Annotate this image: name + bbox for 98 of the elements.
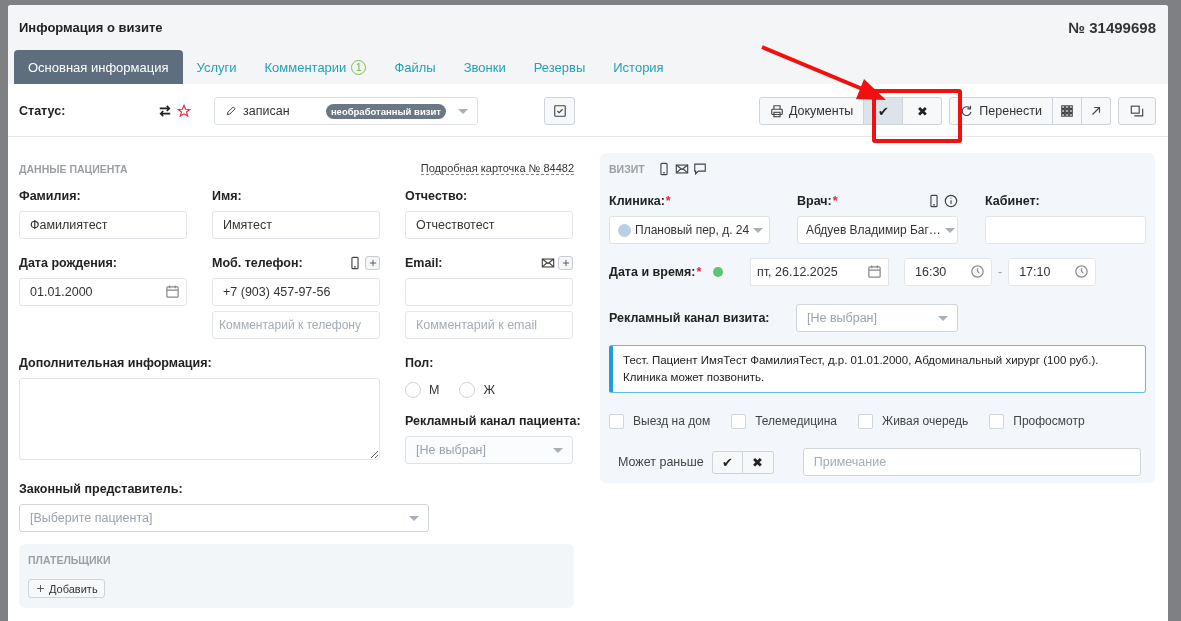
field-label: Моб. телефон: (212, 256, 303, 270)
radio-label: Ж (483, 383, 495, 397)
field-label: Имя: (212, 189, 242, 203)
text-area[interactable] (19, 378, 380, 460)
cancel-button[interactable]: ✖ (903, 97, 943, 125)
field-label: Фамилия: (19, 189, 81, 203)
field-label: Рекламный канал пациента: (405, 414, 581, 428)
field-label: Дата и время: (609, 265, 696, 279)
info-icon (944, 194, 958, 208)
add-button[interactable] (558, 256, 573, 270)
yes-button[interactable]: ✔ (711, 450, 743, 474)
date-field[interactable]: пт, 26.12.2025 (750, 258, 889, 286)
date-field[interactable]: 01.01.2000 (19, 278, 187, 306)
section-heading: ДАННЫЕ ПАЦИЕНТА (19, 162, 128, 175)
open-button[interactable] (1082, 97, 1111, 125)
printer-icon (769, 104, 784, 118)
checkbox-icon (552, 104, 567, 118)
status-dot (713, 267, 723, 277)
visit-number: № 31499698 (1068, 19, 1156, 36)
pencil-icon (225, 105, 237, 117)
info-note: Тест. Пациент ИмяТест ФамилияТест, д.р. 01.01.2000, Абдоминальный хирург (100 руб.). Клиника может позвонить. (609, 345, 1146, 393)
required-mark: * (665, 194, 671, 208)
checkbox-label: Профосмотр (1013, 414, 1085, 428)
checkbox[interactable] (858, 413, 874, 429)
status-select[interactable]: записан необработанный визит (214, 97, 478, 125)
field-label: Кабинет: (985, 194, 1040, 208)
phone-icon (927, 194, 941, 208)
field-label: Дополнительная информация: (19, 356, 212, 370)
calendar-icon (867, 264, 882, 279)
field-label: Клиника: (609, 194, 665, 208)
caret-icon (753, 227, 764, 233)
caret-icon (944, 227, 955, 233)
input-field[interactable]: Имятест (212, 211, 380, 239)
field-label: Email: (405, 256, 443, 270)
input-field[interactable] (985, 216, 1146, 244)
time-field[interactable]: 17:10 (1008, 258, 1097, 286)
input-field[interactable]: +7 (903) 457-97-56 (212, 278, 380, 306)
tab[interactable]: Основная информация (14, 50, 183, 84)
radio-label: М (429, 383, 440, 397)
checkbox[interactable] (989, 413, 1005, 429)
field-label: Дата рождения: (19, 256, 117, 270)
chat-icon (692, 162, 707, 176)
grid-button[interactable] (1053, 97, 1082, 125)
caret-icon (409, 515, 419, 521)
window-title: Информация о визите (19, 20, 163, 35)
status-badge: необработанный визит (325, 103, 446, 119)
input-field[interactable]: Комментарий к телефону (212, 311, 380, 339)
checkbox-label: Выезд на дом (633, 414, 711, 428)
field-label: Рекламный канал визита: (609, 311, 770, 325)
plus-icon (560, 258, 571, 268)
card-link[interactable]: Подробная карточка № 84482 (420, 162, 574, 175)
range-separator: - (998, 265, 1003, 279)
window-button[interactable] (1118, 97, 1156, 125)
caret-icon (458, 108, 468, 114)
windows-icon (1130, 104, 1144, 118)
time-field[interactable]: 16:30 (904, 258, 992, 286)
grid-icon (1060, 104, 1074, 118)
input-field[interactable] (405, 278, 573, 306)
mail-icon (674, 162, 689, 176)
caret-icon (553, 447, 563, 453)
plus-icon (35, 583, 46, 594)
star-icon[interactable] (177, 104, 191, 118)
radio-button[interactable] (405, 382, 421, 398)
field-label: Законный представитель: (19, 482, 183, 496)
edit-button[interactable] (544, 97, 575, 125)
checkbox[interactable] (609, 413, 624, 429)
mail-icon (541, 256, 555, 270)
field-label: Врач: (797, 194, 832, 208)
checkbox-label: Живая очередь (882, 414, 969, 428)
plus-icon (367, 258, 378, 268)
no-button[interactable]: ✖ (742, 450, 774, 474)
required-mark: * (832, 194, 838, 208)
select-field[interactable]: Абдуев Владимир Баг… (797, 216, 958, 244)
field-label: Может раньше (618, 455, 704, 469)
checkbox-label: Телемедицина (755, 414, 838, 428)
add-button[interactable] (365, 256, 380, 270)
documents-button[interactable]: Документы (758, 97, 865, 125)
radio-button[interactable] (459, 382, 476, 398)
reschedule-button[interactable]: Перенести (949, 97, 1053, 125)
clock-icon (970, 264, 985, 279)
select-field[interactable]: Плановый пер, д. 24 (609, 216, 770, 244)
calendar-icon (165, 284, 180, 299)
add-payer-button[interactable]: Добавить (28, 579, 105, 598)
section-heading: ВИЗИТ (609, 163, 645, 175)
required-mark: * (696, 265, 702, 279)
status-label: Статус: (19, 104, 67, 118)
input-field[interactable]: Отчествотест (405, 211, 573, 239)
phone-icon (348, 256, 362, 270)
field-label: Отчество: (405, 189, 468, 203)
field-label: Пол: (405, 356, 434, 370)
caret-icon (938, 315, 948, 321)
input-field[interactable]: Примечание (802, 448, 1141, 476)
input-field[interactable]: Фамилиятест (19, 211, 187, 239)
section-heading: ПЛАТЕЛЬЩИКИ (28, 554, 112, 566)
checkbox[interactable] (731, 413, 747, 429)
clock-icon (1074, 264, 1090, 279)
swap-icon[interactable] (158, 104, 172, 118)
input-field[interactable]: Комментарий к email (405, 311, 573, 339)
